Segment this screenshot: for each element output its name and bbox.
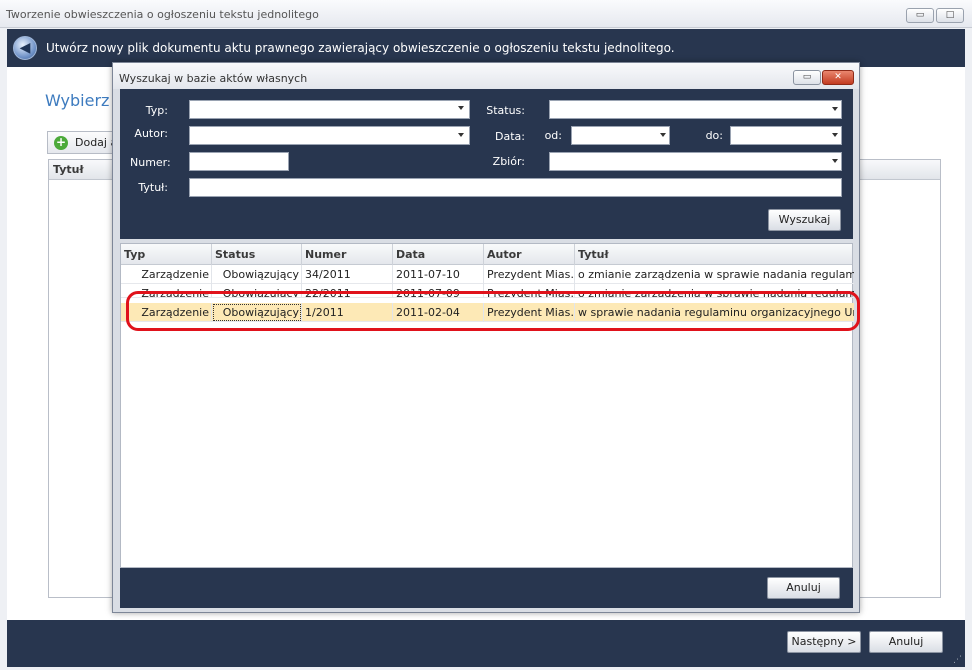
cell-status: Obowiązujący (212, 265, 302, 284)
dialog-close-icon[interactable]: ✕ (822, 70, 854, 85)
collection-select[interactable] (549, 152, 842, 171)
search-dialog: Wyszukaj w bazie aktów własnych ▭ ✕ Typ:… (112, 62, 860, 613)
cell-number: 22/2011 (302, 284, 393, 297)
table-row[interactable]: Zarządzenie Obowiązujący 34/2011 2011-07… (121, 265, 854, 284)
date-to-label: do: (705, 129, 723, 142)
type-select[interactable] (189, 100, 470, 119)
window-title: Tworzenie obwieszczenia o ogłoszeniu tek… (6, 8, 319, 21)
column-header-title[interactable]: Tytuł (53, 163, 84, 176)
column-header-status[interactable]: Status (212, 244, 302, 265)
resize-grip-icon[interactable]: ⋰ (953, 655, 963, 665)
results-grid[interactable]: Typ Status Numer Data Autor Tytuł Zarząd… (120, 243, 854, 568)
date-to-picker[interactable] (730, 126, 842, 145)
cell-type: Zarządzenie (121, 284, 212, 297)
title-input[interactable] (189, 178, 842, 197)
next-button[interactable]: Następny > (787, 631, 861, 653)
cell-number: 1/2011 (302, 303, 393, 322)
status-dropdown-icon[interactable] (832, 107, 838, 111)
column-header-author[interactable]: Autor (484, 244, 575, 265)
collection-dropdown-icon[interactable] (832, 159, 838, 163)
cell-type: Zarządzenie (121, 303, 212, 322)
author-dropdown-icon[interactable] (458, 133, 464, 137)
cell-status: Obowiązujący (212, 303, 302, 322)
cell-author: Prezydent Mias… (484, 303, 575, 322)
add-document-button[interactable]: + Dodaj a (47, 131, 117, 154)
cell-date: 2011-07-10 (393, 265, 484, 284)
results-header: Typ Status Numer Data Autor Tytuł (121, 244, 852, 265)
add-document-label: Dodaj a (75, 136, 118, 149)
cell-author: Prezydent Mias… (484, 284, 575, 297)
dialog-title: Wyszukaj w bazie aktów własnych (119, 72, 308, 85)
date-from-label: od: (544, 129, 562, 142)
date-to-dropdown-icon[interactable] (832, 133, 838, 137)
column-header-date[interactable]: Data (393, 244, 484, 265)
dialog-cancel-button[interactable]: Anuluj (767, 577, 840, 599)
search-button[interactable]: Wyszukaj (768, 209, 841, 231)
cell-status: Obowiązujący (212, 284, 302, 297)
dialog-footer: Anuluj (120, 568, 853, 608)
column-header-type[interactable]: Typ (121, 244, 212, 265)
cell-title: w sprawie nadania regulaminu organizacyj… (578, 306, 854, 319)
date-from-picker[interactable] (571, 126, 670, 145)
cell-date: 2011-02-04 (393, 303, 484, 322)
table-row-selected[interactable]: Zarządzenie Obowiązujący 1/2011 2011-02-… (121, 303, 854, 322)
date-from-dropdown-icon[interactable] (660, 133, 666, 137)
column-header-number[interactable]: Numer (302, 244, 393, 265)
cell-date: 2011-07-09 (393, 284, 484, 297)
search-criteria-panel: Typ: Autor: Numer: Tytuł: Status: Data: … (120, 89, 853, 239)
author-select[interactable] (189, 126, 470, 145)
window-titlebar: Tworzenie obwieszczenia o ogłoszeniu tek… (0, 0, 972, 28)
type-dropdown-icon[interactable] (458, 106, 464, 110)
wizard-header-text: Utwórz nowy plik dokumentu aktu prawnego… (46, 41, 675, 55)
column-header-title[interactable]: Tytuł (575, 244, 852, 265)
restore-icon[interactable]: ▭ (906, 8, 934, 23)
maximize-icon[interactable]: □ (936, 8, 964, 23)
title-label: Tytuł: (138, 181, 168, 194)
cell-type: Zarządzenie (121, 265, 212, 284)
number-input[interactable] (189, 152, 289, 171)
cancel-button[interactable]: Anuluj (869, 631, 943, 653)
table-row[interactable]: Zarządzenie Obowiązujący 22/2011 2011-07… (121, 284, 854, 298)
add-icon: + (54, 135, 68, 150)
cell-number: 34/2011 (302, 265, 393, 284)
status-select[interactable] (549, 100, 842, 119)
dialog-titlebar: Wyszukaj w bazie aktów własnych ▭ ✕ (113, 63, 859, 89)
cell-title: o zmianie zarządzenia w sprawie nadania … (578, 268, 854, 281)
dialog-restore-icon[interactable]: ▭ (793, 70, 821, 85)
type-label: Typ: (145, 104, 168, 117)
date-label: Data: (495, 130, 525, 143)
back-arrow-icon[interactable]: ◀ (13, 36, 37, 60)
collection-label: Zbiór: (492, 155, 525, 168)
wizard-heading: Wybierz a (45, 91, 115, 110)
wizard-footer: Następny > Anuluj ⋰ (7, 620, 965, 667)
cell-author: Prezydent Mias… (484, 265, 575, 284)
cell-title: o zmianie zarządzenia w sprawie nadania … (578, 287, 854, 298)
status-label: Status: (486, 104, 525, 117)
number-label: Numer: (130, 156, 171, 169)
author-label: Autor: (134, 127, 168, 140)
